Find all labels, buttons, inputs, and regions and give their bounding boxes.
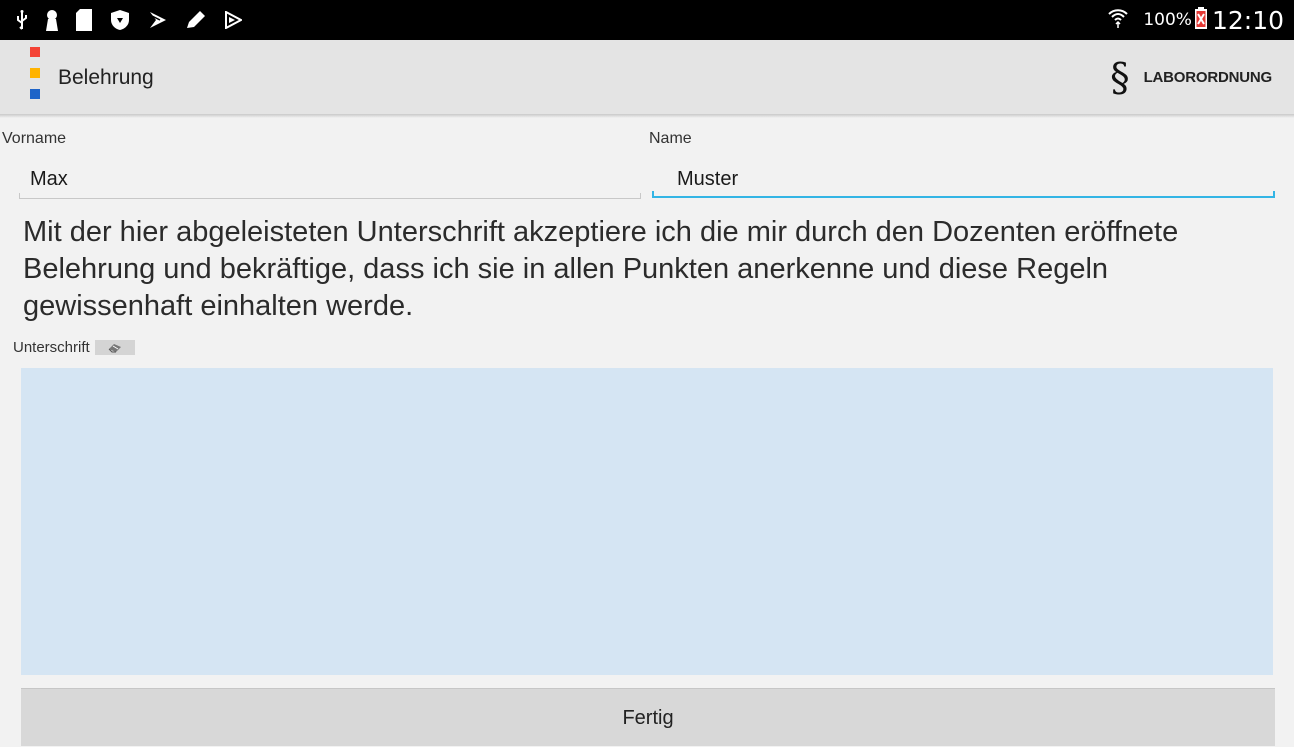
play-icon [224, 8, 242, 32]
wifi-icon [1107, 7, 1129, 33]
sd-card-icon [76, 8, 92, 32]
eraser-icon[interactable] [94, 340, 135, 355]
usb-icon [16, 8, 28, 32]
first-name-input[interactable] [19, 158, 641, 200]
last-name-input[interactable] [666, 158, 1274, 200]
action-bar-shadow [0, 114, 1294, 118]
last-name-label: Name [649, 130, 692, 147]
logo-blue-square [30, 89, 40, 99]
done-button[interactable]: Fertig [21, 688, 1275, 746]
last-name-tick-right [1273, 191, 1275, 197]
clock: 12:10 [1211, 5, 1284, 35]
battery-icon [1194, 7, 1207, 33]
paragraph-icon: § [1110, 55, 1130, 101]
last-name-tick-left [652, 191, 654, 197]
laborordnung-button[interactable]: § LABORORDNUNG [1110, 40, 1272, 114]
consent-statement: Mit der hier abgeleisteten Unterschrift … [23, 216, 1179, 322]
play-store-icon [148, 8, 168, 32]
page-title: Belehrung [58, 66, 154, 89]
battery-percent: 100% [1143, 10, 1192, 30]
signature-pad[interactable] [21, 368, 1273, 675]
logo-yellow-square [30, 68, 40, 78]
last-name-underline-focused [652, 196, 1275, 198]
first-name-label: Vorname [2, 130, 67, 147]
system-icons: 100% 12:10 [1107, 0, 1284, 40]
laborordnung-label: LABORORDNUNG [1143, 68, 1273, 86]
shield-icon [109, 8, 131, 32]
status-bar: 100% 12:10 [0, 0, 1294, 40]
notification-icons [16, 0, 242, 40]
first-name-tick-left [19, 193, 20, 199]
first-name-underline [19, 198, 641, 199]
signature-label-row: Unterschrift [13, 339, 135, 356]
first-name-tick-right [640, 193, 641, 199]
app-logo [30, 47, 40, 99]
pen-icon [185, 8, 207, 32]
action-bar: Belehrung § LABORORDNUNG [0, 40, 1294, 114]
signature-label: Unterschrift [13, 339, 90, 356]
logo-red-square [30, 47, 40, 57]
keyhole-icon [45, 8, 59, 32]
